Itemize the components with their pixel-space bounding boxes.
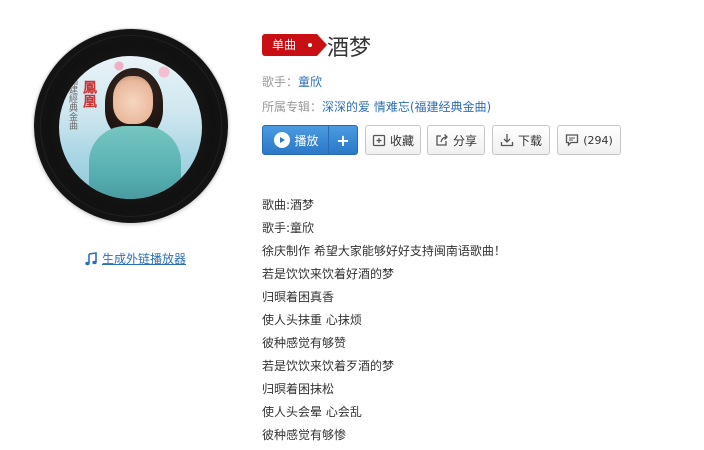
play-icon: [274, 132, 291, 148]
favorite-label: 收藏: [389, 133, 414, 148]
share-button[interactable]: 分享: [427, 125, 485, 155]
download-button[interactable]: 下载: [492, 125, 550, 155]
singer-link[interactable]: 童欣: [298, 75, 322, 89]
single-badge: 单曲: [262, 34, 327, 56]
lyric-line: 徐庆制作 希望大家能够好好支持闽南语歌曲！: [262, 244, 506, 258]
share-icon: [436, 134, 448, 146]
lyric-line: 若是饮饮来饮着歹酒的梦: [262, 359, 395, 373]
lyric-line: 歌曲:酒梦: [262, 198, 315, 212]
share-label: 分享: [452, 133, 477, 148]
lyric-line: 使人头会晕 心会乱: [262, 405, 362, 419]
play-button[interactable]: 播放: [262, 125, 329, 155]
plus-icon: +: [336, 130, 350, 150]
album-cover: 福建經典金曲 鳳凰: [59, 56, 202, 199]
download-label: 下载: [517, 133, 542, 148]
cover-dress: [89, 126, 181, 199]
add-to-playlist-button[interactable]: +: [328, 125, 358, 155]
singer-row: 歌手：童欣: [262, 73, 322, 90]
comment-button[interactable]: (294): [557, 125, 621, 155]
badge-label: 单曲: [272, 38, 297, 52]
lyrics-list: 歌曲:酒梦 歌手:童欣 徐庆制作 希望大家能够好好支持闽南语歌曲！ 若是饮饮来饮…: [262, 197, 506, 450]
lyric-line: 若是饮饮来饮着好酒的梦: [262, 267, 395, 281]
embed-player-label: 生成外链播放器: [102, 252, 187, 266]
singer-label: 歌手：: [262, 75, 299, 89]
lyric-line: 使人头抹重 心抹烦: [262, 313, 362, 327]
lyric-line: 归暝着困真香: [262, 290, 335, 304]
album-label: 所属专辑：: [262, 100, 323, 114]
album-link[interactable]: 深深的爱 情难忘(福建经典金曲): [322, 100, 491, 114]
comment-count: (294): [583, 133, 613, 147]
lyric-line: 彼种感觉有够赞: [262, 336, 347, 350]
embed-player-link[interactable]: 生成外链播放器: [84, 250, 186, 267]
play-label: 播放: [294, 133, 319, 148]
cover-side-text: 福建經典金曲: [67, 76, 77, 130]
cover-title: 鳳凰: [81, 80, 97, 108]
album-row: 所属专辑：深深的爱 情难忘(福建经典金曲): [262, 98, 491, 115]
badge-dot: [308, 43, 312, 47]
download-icon: [500, 134, 514, 147]
favorite-button[interactable]: 收藏: [365, 125, 421, 155]
cover-face: [113, 76, 153, 124]
lyric-line: 歌手:童欣: [262, 221, 315, 235]
lyric-line: 彼种感觉有够惨: [262, 428, 347, 442]
favorite-icon: [372, 134, 386, 147]
music-note-icon: [85, 251, 97, 265]
song-title: 酒梦: [327, 36, 372, 61]
comment-icon: [566, 134, 579, 147]
lyric-line: 归暝着困抹松: [262, 382, 335, 396]
